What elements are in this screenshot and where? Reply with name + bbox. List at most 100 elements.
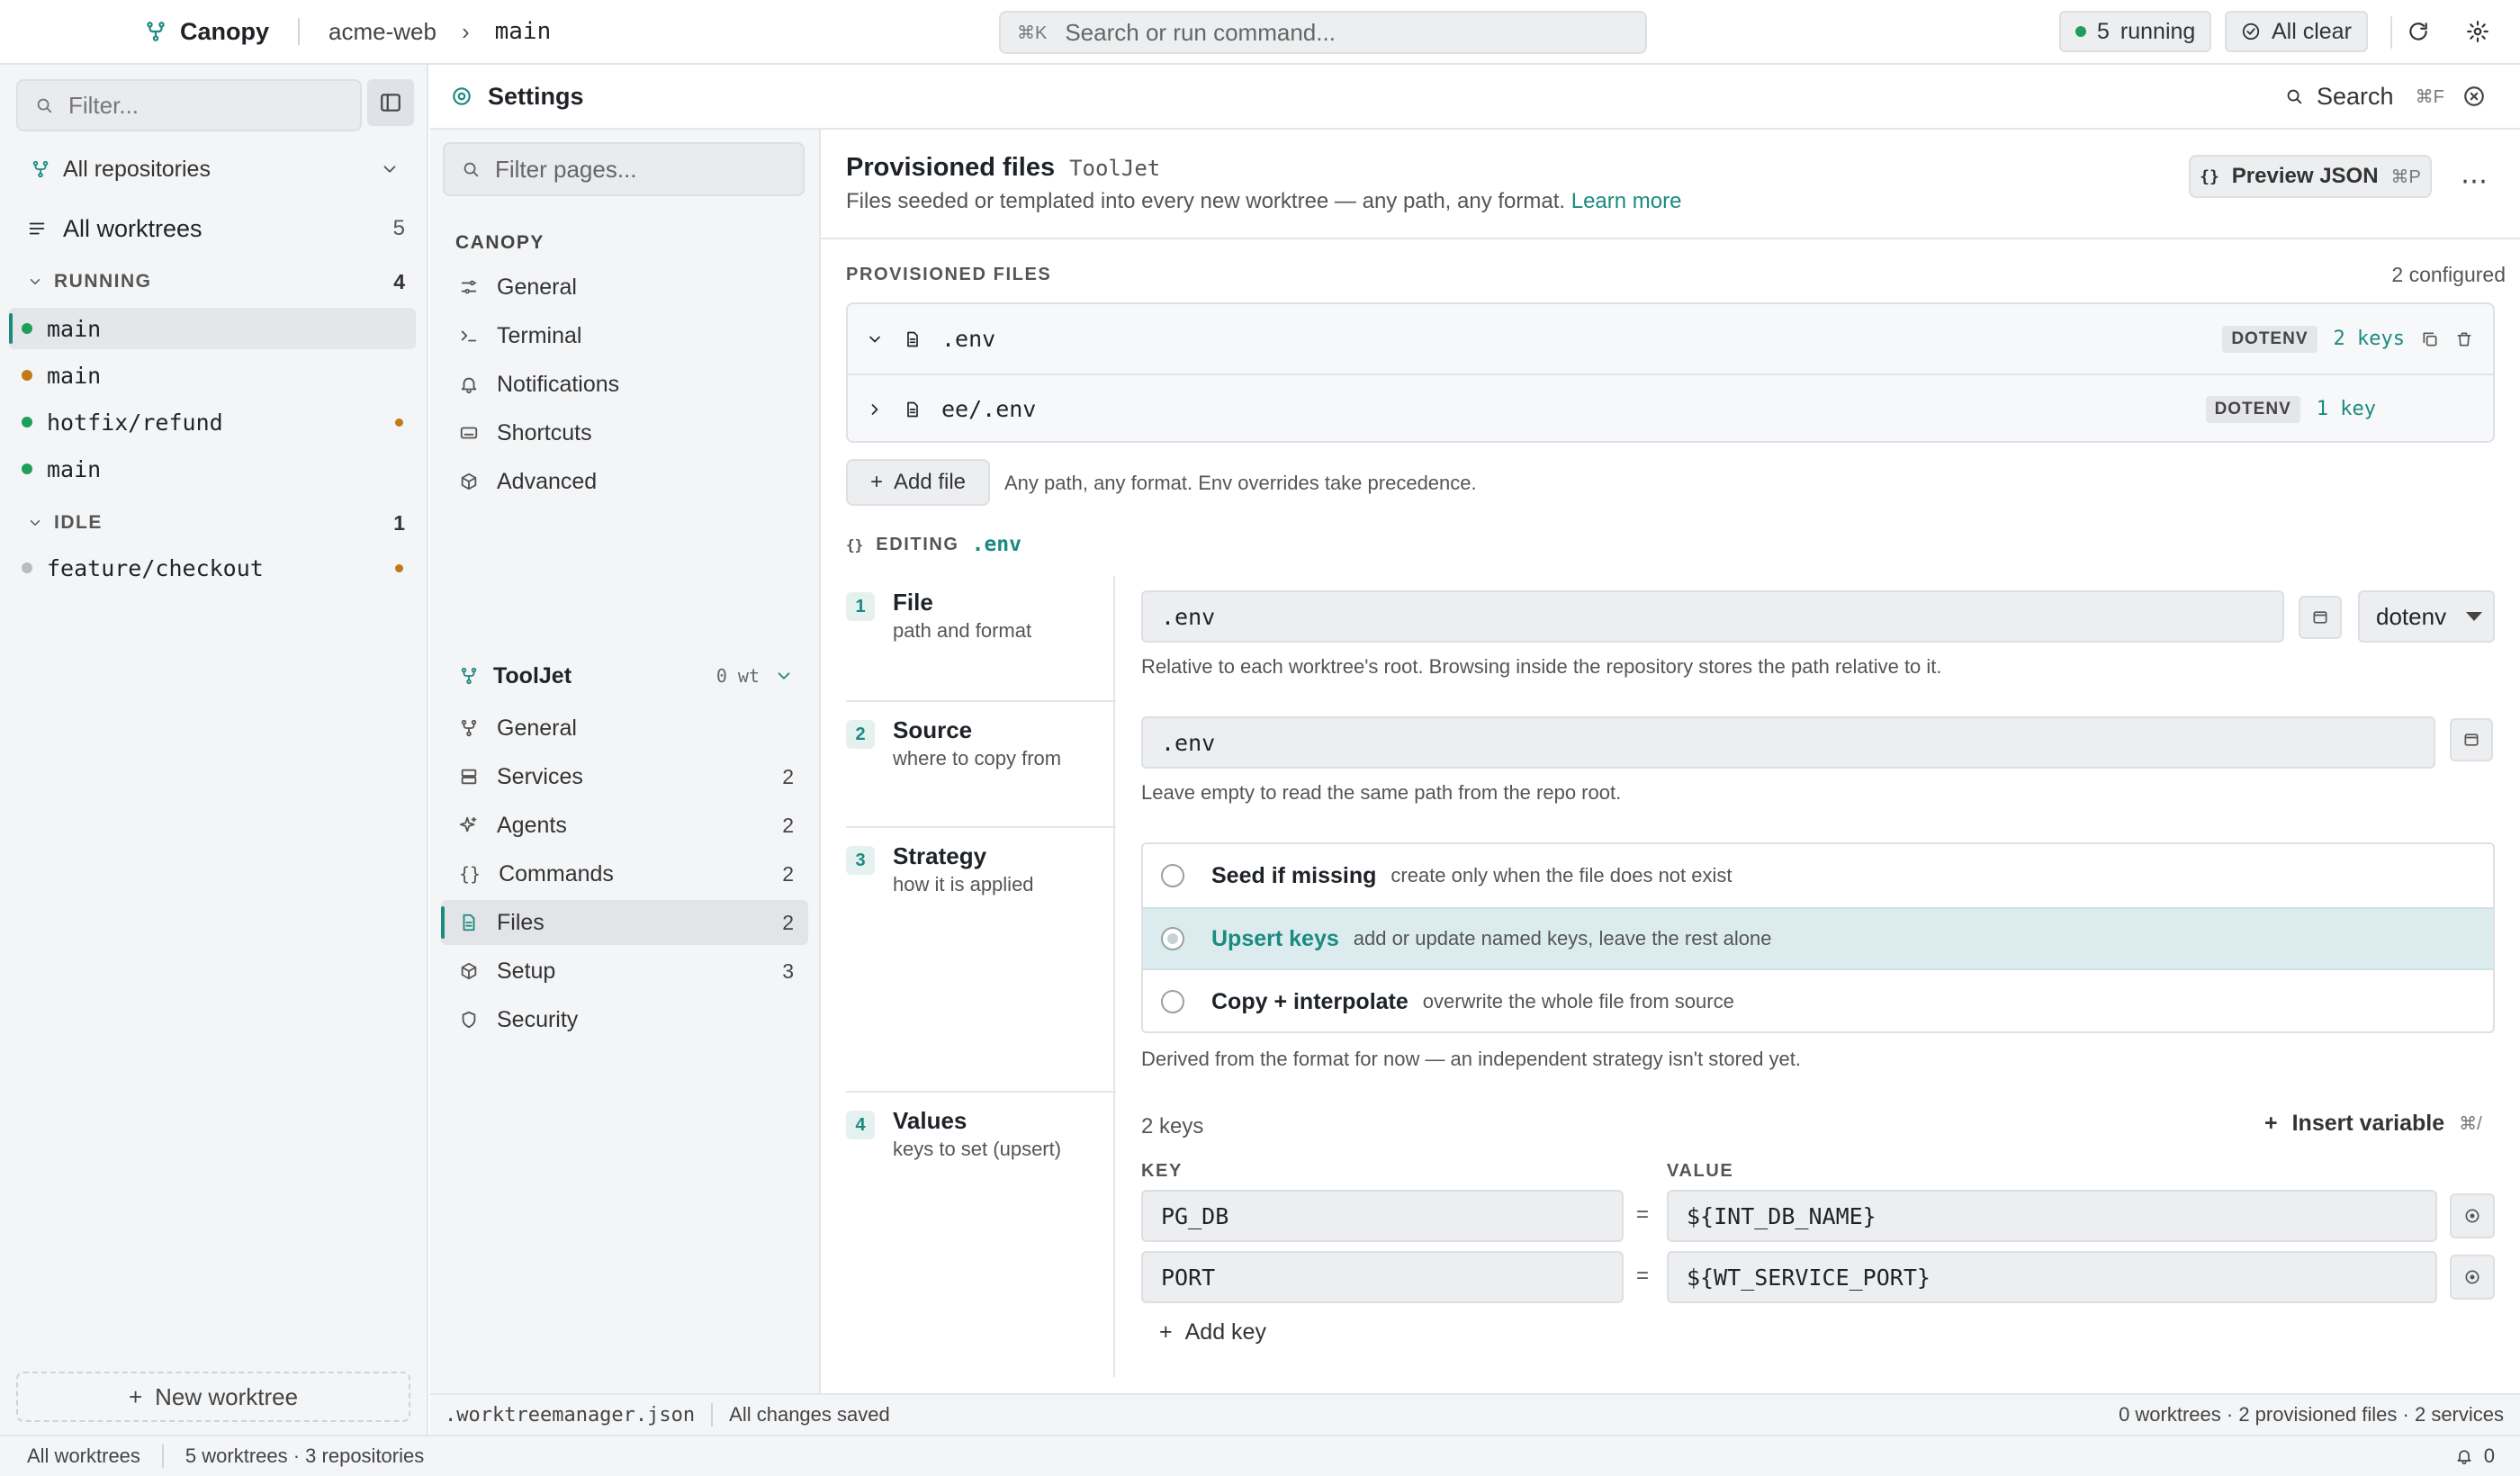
idle-group-header[interactable]: IDLE 1 [27,509,405,536]
nav-item-general[interactable]: General [441,265,808,310]
value-input[interactable]: ${WT_SERVICE_PORT} [1667,1251,2437,1303]
browse-file-button[interactable] [2299,596,2342,639]
step-title: Source [893,716,973,743]
copy-icon[interactable] [2421,330,2439,348]
source-path-input[interactable]: .env [1141,716,2435,769]
nav-item-shortcuts[interactable]: Shortcuts [441,410,808,455]
worktree-item-main[interactable]: main [9,355,416,396]
new-worktree-label: New worktree [155,1382,299,1410]
server-icon [459,767,479,787]
branch-icon [459,718,479,738]
running-group-header[interactable]: RUNNING 4 [27,268,405,295]
page-heading-title: Provisioned files [846,153,1056,182]
command-search-input[interactable]: ⌘K Search or run command... [999,11,1647,54]
worktree-item-main[interactable]: main [9,448,416,490]
toggle-sidebar-button[interactable] [367,79,414,126]
nav-item-setup[interactable]: Setup 3 [441,949,808,994]
preview-json-shortcut: ⌘P [2390,166,2421,187]
filter-pages-input[interactable]: Filter pages... [443,142,805,196]
file-row-ee-env[interactable]: ee/.env DOTENV 1 key [848,374,2493,443]
modified-dot-icon [395,563,403,572]
file-path-input[interactable]: .env [1141,590,2284,643]
bell-icon [459,374,479,394]
remove-key-button[interactable] [2450,1255,2495,1300]
group-count: 4 [393,269,405,293]
nav-item-security[interactable]: Security [441,997,808,1042]
step-divider [846,1091,1116,1093]
step-divider [846,700,1116,702]
worktree-item-main[interactable]: main [9,308,416,349]
worktree-item-hotfix-refund[interactable]: hotfix/refund [9,401,416,443]
nav-item-notifications[interactable]: Notifications [441,362,808,407]
worktree-filter-input[interactable]: Filter... [16,79,362,131]
nav-item-services[interactable]: Services 2 [441,754,808,799]
more-options-icon[interactable]: ⋯ [2461,166,2489,197]
repository-selector[interactable]: All repositories [31,151,400,187]
worktree-item-feature-checkout[interactable]: feature/checkout [9,547,416,589]
app-name[interactable]: Canopy [180,18,269,46]
footer-all-worktrees[interactable]: All worktrees [27,1444,140,1468]
step-subtitle: how it is applied [893,873,1034,896]
all-clear-pill[interactable]: All clear [2225,11,2368,52]
nav-item-repo-general[interactable]: General [441,706,808,751]
strategy-copy-interpolate[interactable]: Copy + interpolate overwrite the whole f… [1143,970,2493,1031]
step-source: 2 Source where to copy from [846,716,1116,770]
strategy-help-text: Derived from the format for now — an ind… [1141,1048,1802,1070]
nav-item-label: Commands [499,860,614,886]
group-count: 1 [393,510,405,535]
new-worktree-button[interactable]: + New worktree [16,1372,410,1422]
preview-json-button[interactable]: {} Preview JSON ⌘P [2189,155,2432,198]
all-worktrees-item[interactable]: All worktrees 5 [27,211,405,247]
config-file-name[interactable]: .worktreemanager.json [445,1404,695,1426]
chevron-down-icon[interactable] [866,330,884,348]
folder-icon [2311,608,2329,626]
file-row-env[interactable]: .env DOTENV 2 keys [848,304,2493,374]
steps-divider [1113,576,1115,1377]
key-input[interactable]: PG_DB [1141,1190,1624,1242]
status-divider [711,1403,714,1426]
nav-item-files[interactable]: Files 2 [441,900,808,945]
browse-source-button[interactable] [2450,718,2493,761]
provisioned-files-page: Provisioned files ToolJet Files seeded o… [821,130,2520,1393]
cube-icon [459,472,479,491]
radio-button[interactable] [1161,864,1184,887]
gear-icon[interactable] [2466,20,2489,43]
strategy-seed-if-missing[interactable]: Seed if missing create only when the fil… [1143,844,2493,907]
nav-item-terminal[interactable]: Terminal [441,313,808,358]
nav-item-advanced[interactable]: Advanced [441,459,808,504]
add-key-button[interactable]: + Add key [1159,1319,1266,1346]
nav-repo-tooljet[interactable]: ToolJet 0 wt [441,653,808,698]
nav-item-commands[interactable]: {} Commands 2 [441,851,808,896]
notifications-button[interactable]: 0 [2455,1444,2495,1468]
equals-sign: = [1636,1264,1650,1288]
chevron-right-icon[interactable] [866,400,884,418]
running-count: 5 [2097,18,2110,44]
trash-icon[interactable] [2455,330,2473,348]
radio-button[interactable] [1161,990,1184,1013]
nav-item-count: 2 [782,813,794,837]
breadcrumb-branch[interactable]: main [495,18,552,45]
nav-item-label: Security [497,1006,579,1032]
strategy-upsert-keys[interactable]: Upsert keys add or update named keys, le… [1143,907,2493,970]
learn-more-link[interactable]: Learn more [1571,189,1682,213]
remove-circle-icon [2463,1268,2481,1286]
nav-item-count: 2 [782,764,794,788]
insert-variable-button[interactable]: + Insert variable ⌘/ [2264,1111,2482,1137]
radio-button[interactable] [1161,927,1184,950]
value-input[interactable]: ${INT_DB_NAME} [1667,1190,2437,1242]
settings-search-label: Search [2317,82,2394,110]
nav-item-agents[interactable]: Agents 2 [441,803,808,848]
strategy-name: Seed if missing [1211,862,1377,888]
repository-selector-label: All repositories [63,156,211,182]
format-select[interactable]: dotenv [2358,590,2495,643]
settings-search-button[interactable]: Search ⌘F [2284,83,2444,111]
refresh-icon[interactable] [2407,20,2430,43]
remove-key-button[interactable] [2450,1193,2495,1238]
key-input[interactable]: PORT [1141,1251,1624,1303]
notification-count: 0 [2483,1444,2495,1467]
breadcrumb-repo[interactable]: acme-web [328,18,436,46]
close-icon[interactable] [2462,85,2486,108]
running-status-pill[interactable]: 5 running [2059,11,2212,52]
add-file-button[interactable]: + Add file [846,459,990,506]
sliders-icon [459,277,479,297]
